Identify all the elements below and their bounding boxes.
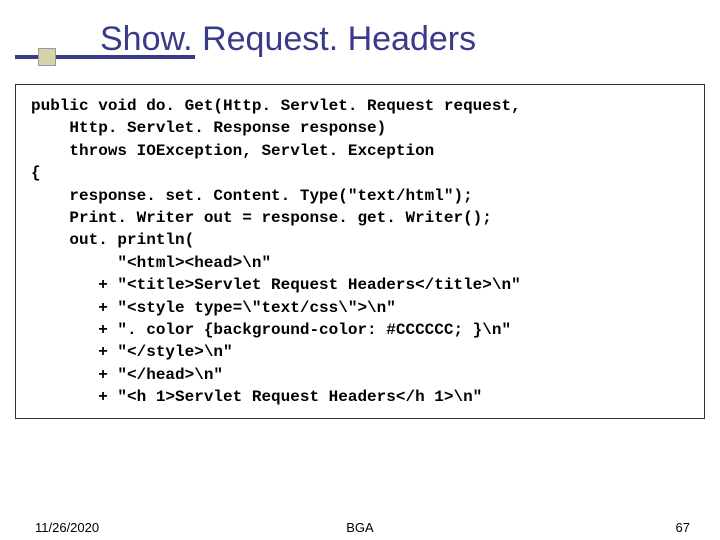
footer-date: 11/26/2020 [35, 520, 99, 535]
slide-title: Show. Request. Headers [0, 20, 720, 59]
title-bullet-box [38, 48, 56, 66]
code-container: public void do. Get(Http. Servlet. Reque… [15, 84, 705, 419]
footer-center: BGA [346, 520, 373, 535]
footer-page: 67 [676, 520, 690, 535]
slide-title-area: Show. Request. Headers [0, 0, 720, 74]
code-content: public void do. Get(Http. Servlet. Reque… [31, 95, 689, 408]
